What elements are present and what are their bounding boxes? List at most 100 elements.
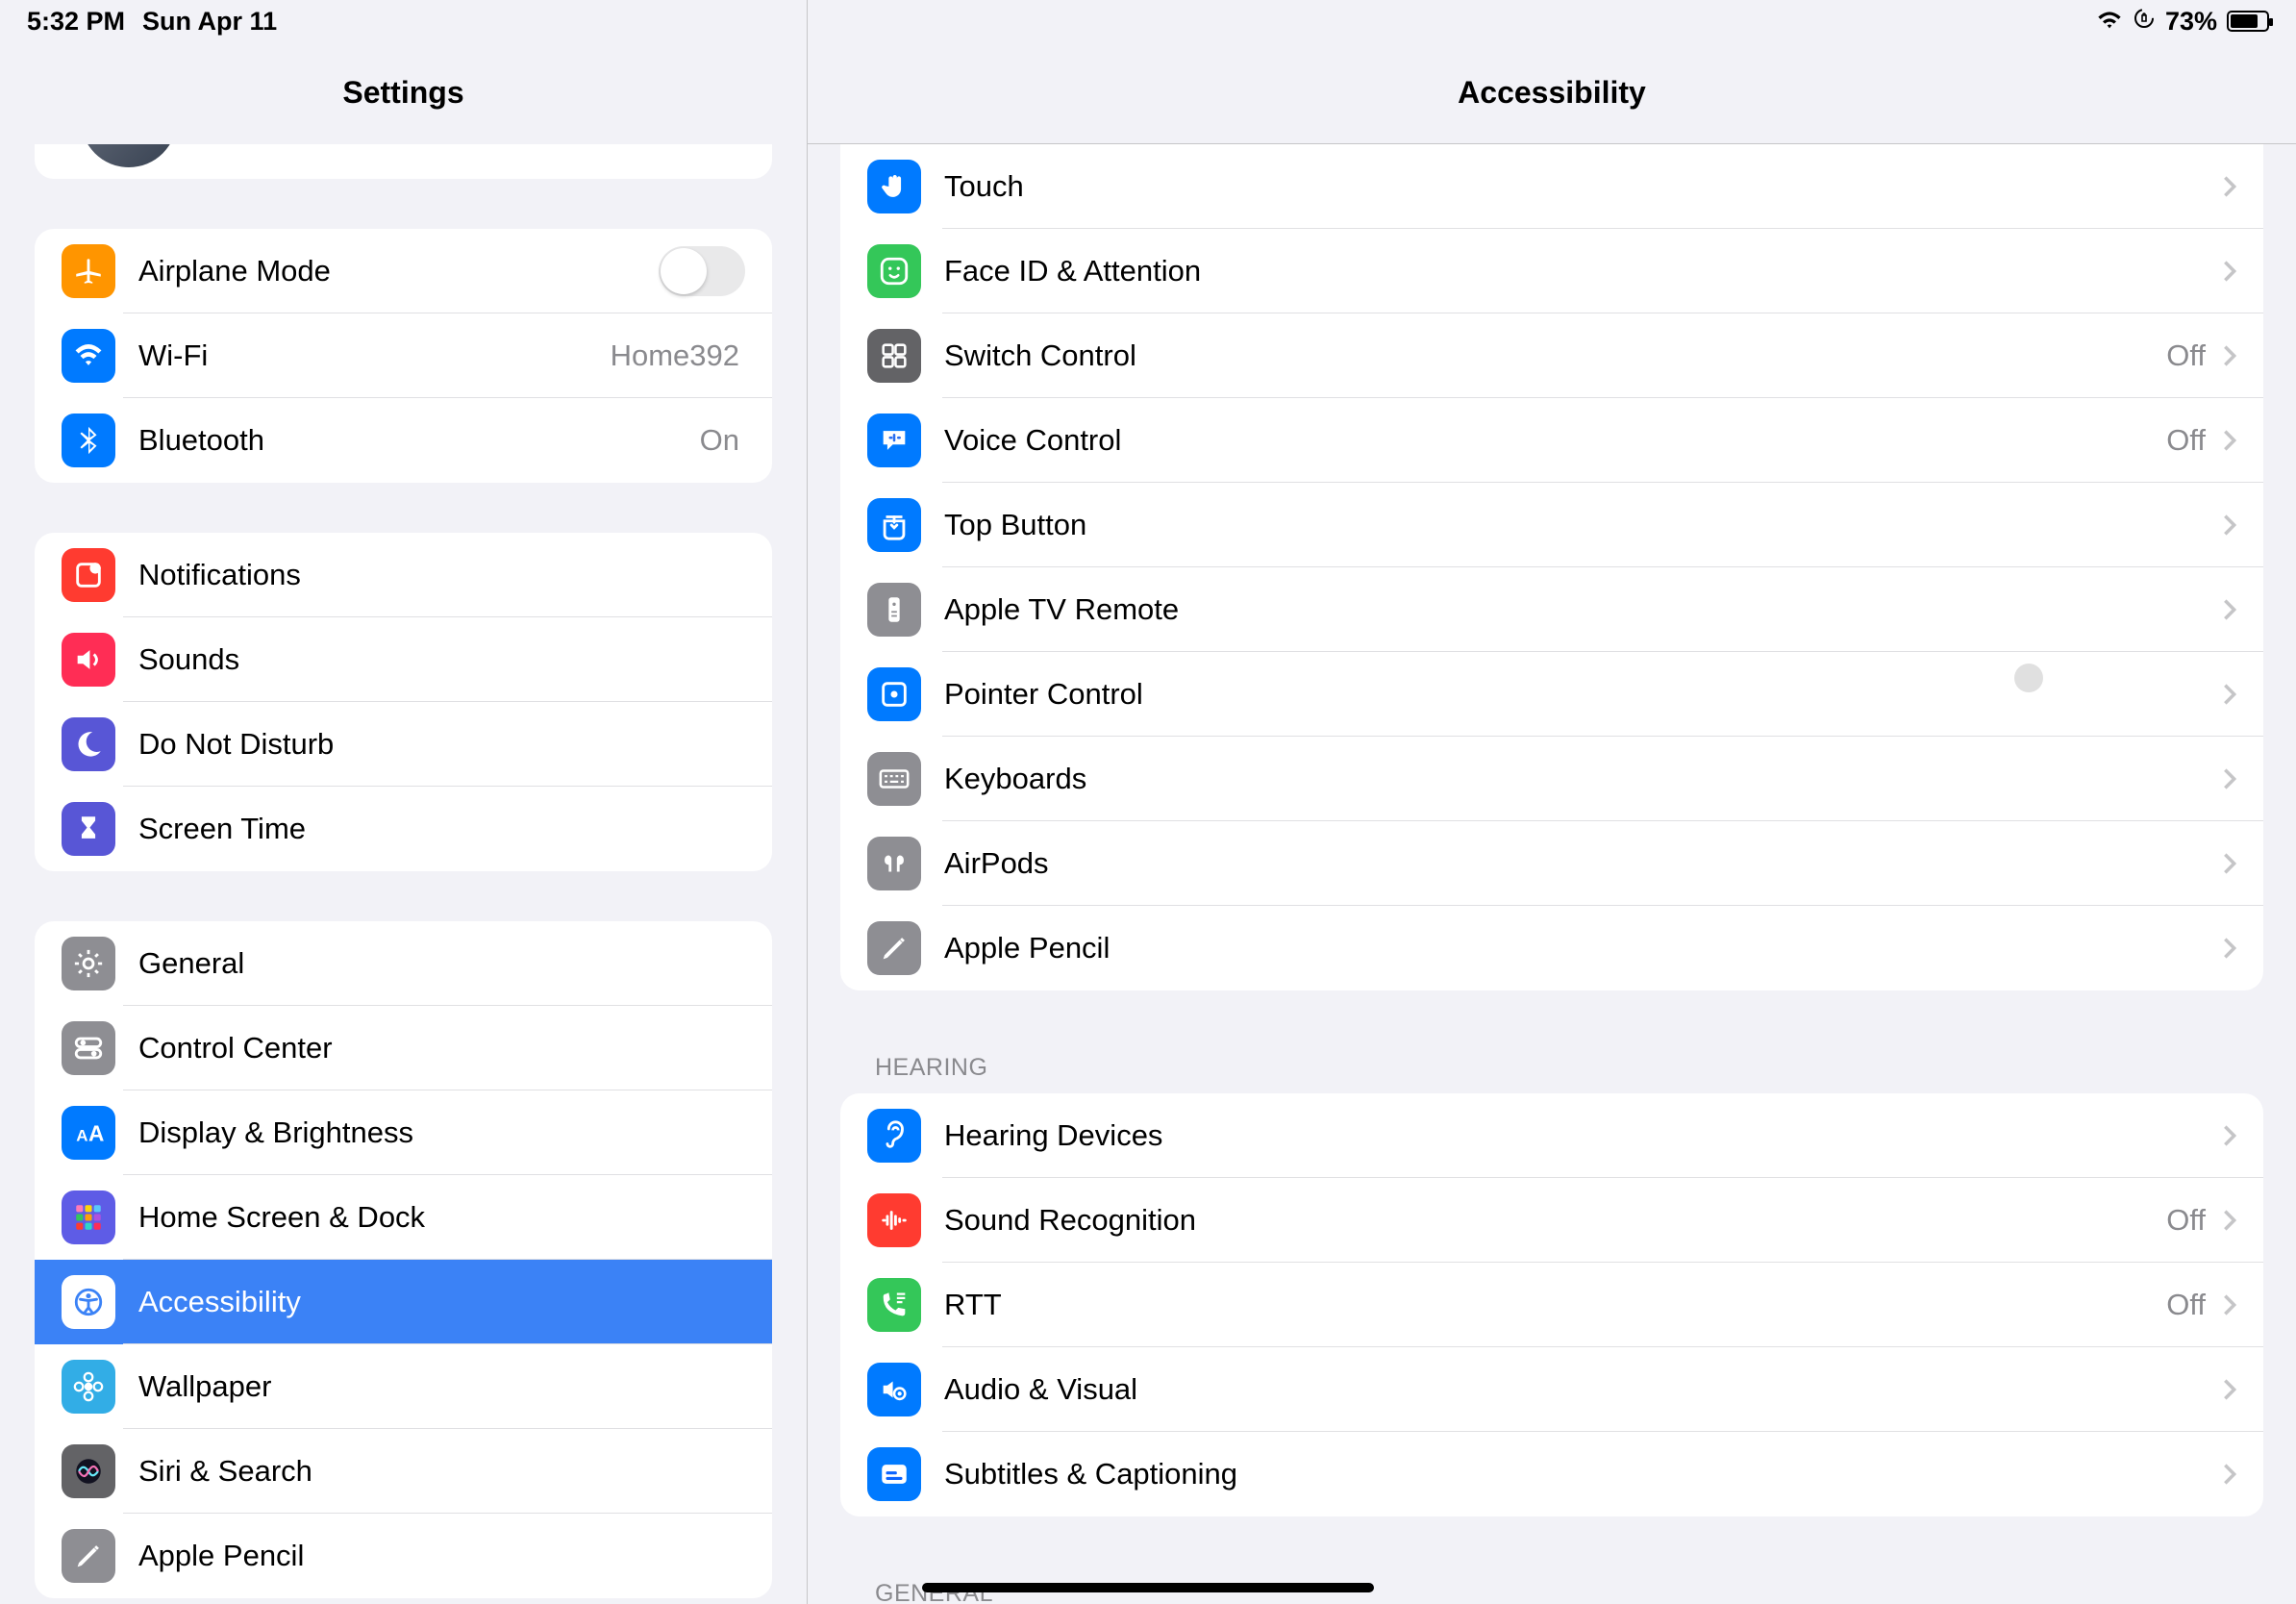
sidebar-item-label: Siri & Search (138, 1454, 745, 1489)
keyboard-icon (867, 752, 921, 806)
sidebar-item-label: Notifications (138, 558, 745, 592)
sidebar-item-label: Display & Brightness (138, 1115, 745, 1150)
detail-item-label: RTT (944, 1288, 2166, 1322)
sidebar-item-wifi[interactable]: Wi-FiHome392 (35, 313, 772, 398)
detail-item-apple-tv-remote[interactable]: Apple TV Remote (840, 567, 2263, 652)
svg-text:A: A (88, 1121, 104, 1146)
detail-item-value: Off (2166, 423, 2206, 458)
detail-item-switch-control[interactable]: Switch ControlOff (840, 313, 2263, 398)
sidebar-item-apple-pencil[interactable]: Apple Pencil (35, 1514, 772, 1598)
ear-icon (867, 1109, 921, 1163)
bluetooth-icon (62, 414, 115, 467)
chevron-right-icon (2223, 344, 2236, 367)
chevron-right-icon (2223, 1463, 2236, 1486)
sidebar-title: Settings (0, 42, 807, 144)
hourglass-icon (62, 802, 115, 856)
sidebar-item-display-brightness[interactable]: AA Display & Brightness (35, 1090, 772, 1175)
profile-row-peek[interactable] (35, 144, 772, 179)
sidebar-item-label: Do Not Disturb (138, 727, 745, 762)
hand-icon (867, 160, 921, 213)
detail-item-faceid-attention[interactable]: Face ID & Attention (840, 229, 2263, 313)
status-date: Sun Apr 11 (142, 7, 277, 37)
sidebar-item-dnd[interactable]: Do Not Disturb (35, 702, 772, 787)
wifi-icon (2096, 7, 2123, 37)
orientation-lock-icon (2133, 7, 2156, 37)
siri-icon (62, 1444, 115, 1498)
detail-item-pointer-control[interactable]: Pointer Control (840, 652, 2263, 737)
phone-rtt-icon (867, 1278, 921, 1332)
chevron-right-icon (2223, 175, 2236, 198)
detail-item-voice-control[interactable]: Voice ControlOff (840, 398, 2263, 483)
gear-icon (62, 937, 115, 990)
detail-item-label: Face ID & Attention (944, 254, 2211, 288)
detail-item-label: Switch Control (944, 338, 2166, 373)
accessibility-icon (62, 1275, 115, 1329)
chevron-right-icon (2223, 683, 2236, 706)
detail-item-label: Subtitles & Captioning (944, 1457, 2211, 1491)
detail-item-apple-pencil-acc[interactable]: Apple Pencil (840, 906, 2263, 990)
chevron-right-icon (2223, 852, 2236, 875)
detail-item-value: Off (2166, 1288, 2206, 1322)
touch-indicator (2014, 664, 2043, 692)
sidebar-item-control-center[interactable]: Control Center (35, 1006, 772, 1090)
remote-icon (867, 583, 921, 637)
sidebar-item-airplane-mode[interactable]: Airplane Mode (35, 229, 772, 313)
detail-item-label: Top Button (944, 508, 2211, 542)
detail-item-subtitles[interactable]: Subtitles & Captioning (840, 1432, 2263, 1516)
chevron-right-icon (2223, 260, 2236, 283)
airplane-mode-switch[interactable] (659, 246, 745, 296)
sidebar-item-label: Home Screen & Dock (138, 1200, 745, 1235)
wifi-icon (62, 329, 115, 383)
sidebar-item-screen-time[interactable]: Screen Time (35, 787, 772, 871)
detail-item-value: Off (2166, 1203, 2206, 1238)
battery-pct: 73% (2165, 7, 2217, 37)
detail-item-label: Keyboards (944, 762, 2211, 796)
sidebar-item-bluetooth[interactable]: BluetoothOn (35, 398, 772, 483)
detail-item-label: Audio & Visual (944, 1372, 2211, 1407)
sidebar-item-home-dock[interactable]: Home Screen & Dock (35, 1175, 772, 1260)
sidebar-item-sounds[interactable]: Sounds (35, 617, 772, 702)
chevron-right-icon (2223, 937, 2236, 960)
detail-item-rtt[interactable]: RTTOff (840, 1263, 2263, 1347)
detail-item-sound-recognition[interactable]: Sound RecognitionOff (840, 1178, 2263, 1263)
chevron-right-icon (2223, 1378, 2236, 1401)
section-header-hearing: HEARING (840, 1044, 2263, 1093)
sidebar-item-label: Control Center (138, 1031, 745, 1065)
svg-text:A: A (76, 1127, 87, 1145)
airpods-icon (867, 837, 921, 890)
chevron-right-icon (2223, 1124, 2236, 1147)
chevron-right-icon (2223, 429, 2236, 452)
sidebar-item-label: Accessibility (138, 1285, 745, 1319)
chevron-right-icon (2223, 1293, 2236, 1316)
detail-item-audio-visual[interactable]: Audio & Visual (840, 1347, 2263, 1432)
sidebar-item-general[interactable]: General (35, 921, 772, 1006)
soundwave-icon (867, 1193, 921, 1247)
detail-item-touch[interactable]: Touch (840, 144, 2263, 229)
settings-sidebar: Settings Airplane ModeWi-FiHome392Blueto… (0, 0, 808, 1604)
sidebar-item-siri-search[interactable]: Siri & Search (35, 1429, 772, 1514)
battery-icon (2227, 11, 2269, 32)
sidebar-item-label: Screen Time (138, 812, 745, 846)
avatar (81, 144, 177, 167)
detail-item-airpods[interactable]: AirPods (840, 821, 2263, 906)
notifications-icon (62, 548, 115, 602)
grid4-icon (867, 329, 921, 383)
detail-item-label: AirPods (944, 846, 2211, 881)
chevron-right-icon (2223, 514, 2236, 537)
pencil-icon (867, 921, 921, 975)
voicebubble-icon (867, 414, 921, 467)
status-time: 5:32 PM (27, 7, 125, 37)
grid-icon (62, 1190, 115, 1244)
home-indicator[interactable] (922, 1583, 1374, 1592)
sidebar-item-wallpaper[interactable]: Wallpaper (35, 1344, 772, 1429)
textsize-icon: AA (62, 1106, 115, 1160)
detail-item-top-button[interactable]: Top Button (840, 483, 2263, 567)
detail-item-keyboards[interactable]: Keyboards (840, 737, 2263, 821)
detail-item-label: Sound Recognition (944, 1203, 2166, 1238)
detail-title: Accessibility (808, 42, 2296, 144)
sidebar-item-accessibility[interactable]: Accessibility (35, 1260, 772, 1344)
sidebar-item-label: General (138, 946, 745, 981)
detail-item-hearing-devices[interactable]: Hearing Devices (840, 1093, 2263, 1178)
sidebar-item-notifications[interactable]: Notifications (35, 533, 772, 617)
detail-item-label: Apple Pencil (944, 931, 2211, 965)
